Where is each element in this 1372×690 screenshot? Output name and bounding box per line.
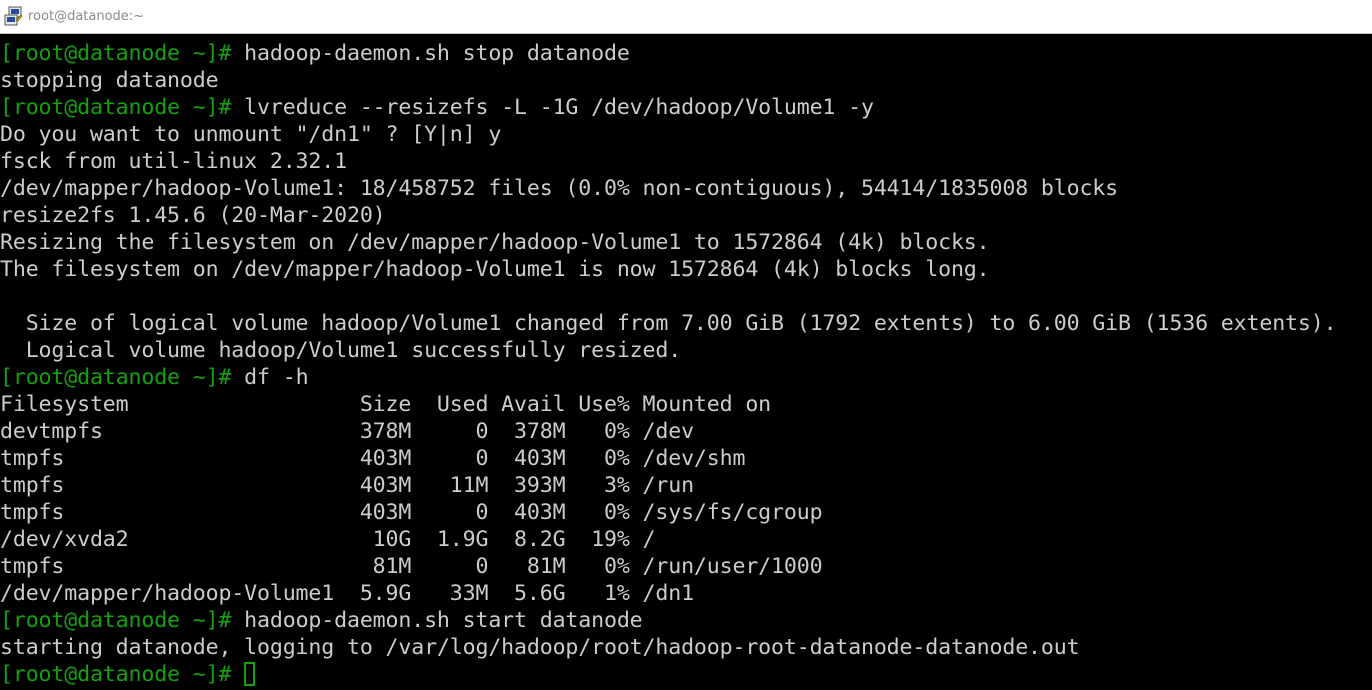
terminal-output-line: fsck from util-linux 2.32.1	[0, 148, 1372, 175]
window-title: root@datanode:~	[28, 9, 145, 24]
output-text: tmpfs 403M 11M 393M 3% /run	[0, 473, 694, 498]
output-text: /dev/xvda2 10G 1.9G 8.2G 19% /	[0, 527, 656, 552]
shell-prompt: [root@datanode ~]#	[0, 95, 232, 120]
command-text: df -h	[231, 365, 309, 390]
terminal-command-line: [root@datanode ~]#	[0, 661, 1372, 688]
output-text: Resizing the filesystem on /dev/mapper/h…	[0, 230, 990, 255]
terminal-output-line: Filesystem Size Used Avail Use% Mounted …	[0, 391, 1372, 418]
terminal-output-line: tmpfs 81M 0 81M 0% /run/user/1000	[0, 553, 1372, 580]
output-text: Size of logical volume hadoop/Volume1 ch…	[0, 311, 1337, 336]
text-cursor	[244, 662, 256, 686]
command-text: lvreduce --resizefs -L -1G /dev/hadoop/V…	[231, 95, 874, 120]
command-text: hadoop-daemon.sh start datanode	[231, 608, 643, 633]
output-text: /dev/mapper/hadoop-Volume1 5.9G 33M 5.6G…	[0, 581, 694, 606]
output-text: fsck from util-linux 2.32.1	[0, 149, 347, 174]
terminal-output-line: stopping datanode	[0, 67, 1372, 94]
terminal-command-line: [root@datanode ~]# lvreduce --resizefs -…	[0, 94, 1372, 121]
shell-prompt: [root@datanode ~]#	[0, 365, 232, 390]
terminal-output-line: /dev/mapper/hadoop-Volume1: 18/458752 fi…	[0, 175, 1372, 202]
terminal-output-line: resize2fs 1.45.6 (20-Mar-2020)	[0, 202, 1372, 229]
terminal-output-line: /dev/xvda2 10G 1.9G 8.2G 19% /	[0, 526, 1372, 553]
output-text: /dev/mapper/hadoop-Volume1: 18/458752 fi…	[0, 176, 1118, 201]
terminal-output-line: Size of logical volume hadoop/Volume1 ch…	[0, 310, 1372, 337]
output-text: Do you want to unmount "/dn1" ? [Y|n] y	[0, 122, 502, 147]
terminal-output-line: tmpfs 403M 0 403M 0% /dev/shm	[0, 445, 1372, 472]
terminal-command-line: [root@datanode ~]# hadoop-daemon.sh star…	[0, 607, 1372, 634]
shell-prompt: [root@datanode ~]#	[0, 662, 232, 687]
output-text: resize2fs 1.45.6 (20-Mar-2020)	[0, 203, 386, 228]
putty-icon[interactable]	[4, 6, 24, 28]
terminal-output-line: devtmpfs 378M 0 378M 0% /dev	[0, 418, 1372, 445]
output-text: stopping datanode	[0, 68, 219, 93]
output-text: tmpfs 403M 0 403M 0% /sys/fs/cgroup	[0, 500, 823, 525]
terminal-output-line: Do you want to unmount "/dn1" ? [Y|n] y	[0, 121, 1372, 148]
command-text	[231, 662, 244, 687]
terminal-output-line: The filesystem on /dev/mapper/hadoop-Vol…	[0, 256, 1372, 283]
terminal-output-line: Resizing the filesystem on /dev/mapper/h…	[0, 229, 1372, 256]
terminal-output[interactable]: [root@datanode ~]# hadoop-daemon.sh stop…	[0, 40, 1372, 690]
terminal-command-line: [root@datanode ~]# hadoop-daemon.sh stop…	[0, 40, 1372, 67]
shell-prompt: [root@datanode ~]#	[0, 608, 232, 633]
shell-prompt: [root@datanode ~]#	[0, 41, 232, 66]
output-text: devtmpfs 378M 0 378M 0% /dev	[0, 419, 694, 444]
terminal-output-line: starting datanode, logging to /var/log/h…	[0, 634, 1372, 661]
output-text: tmpfs 81M 0 81M 0% /run/user/1000	[0, 554, 823, 579]
terminal-command-line: [root@datanode ~]# df -h	[0, 364, 1372, 391]
terminal-output-line: tmpfs 403M 11M 393M 3% /run	[0, 472, 1372, 499]
output-text: starting datanode, logging to /var/log/h…	[0, 635, 1080, 660]
terminal-output-line: Logical volume hadoop/Volume1 successful…	[0, 337, 1372, 364]
command-text: hadoop-daemon.sh stop datanode	[231, 41, 630, 66]
output-text: The filesystem on /dev/mapper/hadoop-Vol…	[0, 257, 990, 282]
title-bar[interactable]: root@datanode:~	[0, 0, 1372, 34]
terminal-output-line: /dev/mapper/hadoop-Volume1 5.9G 33M 5.6G…	[0, 580, 1372, 607]
output-text: Logical volume hadoop/Volume1 successful…	[0, 338, 682, 363]
terminal-output-line: tmpfs 403M 0 403M 0% /sys/fs/cgroup	[0, 499, 1372, 526]
output-text: Filesystem Size Used Avail Use% Mounted …	[0, 392, 772, 417]
output-text: tmpfs 403M 0 403M 0% /dev/shm	[0, 446, 746, 471]
